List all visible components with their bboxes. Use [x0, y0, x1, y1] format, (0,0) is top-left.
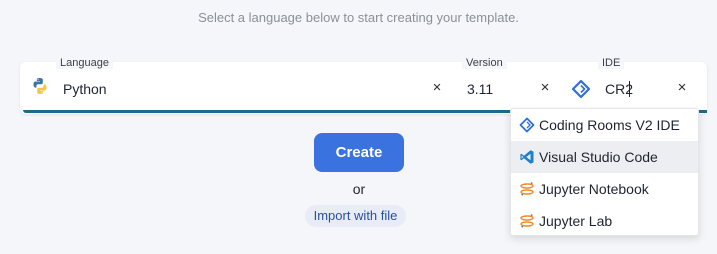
jupyter-icon — [520, 214, 534, 228]
dropdown-option-vscode[interactable]: Visual Studio Code — [511, 141, 698, 173]
or-separator: or — [352, 181, 366, 197]
create-button[interactable]: Create — [314, 133, 404, 172]
dropdown-option-label: Visual Studio Code — [539, 149, 658, 165]
template-creator: Select a language below to start creatin… — [0, 0, 717, 254]
coding-rooms-icon — [519, 117, 535, 133]
template-form-card — [20, 62, 707, 114]
version-clear-button[interactable]: × — [538, 80, 552, 96]
dropdown-option-coding-rooms[interactable]: Coding Rooms V2 IDE — [511, 109, 698, 141]
dropdown-option-jupyter-notebook[interactable]: Jupyter Notebook — [511, 173, 698, 205]
text-cursor — [629, 81, 630, 97]
version-input[interactable]: 3.11 — [467, 80, 493, 98]
jupyter-icon — [520, 182, 534, 196]
dropdown-option-label: Coding Rooms V2 IDE — [539, 117, 680, 133]
version-label: Version — [462, 57, 507, 69]
language-clear-button[interactable]: × — [430, 80, 444, 96]
python-icon — [33, 78, 47, 94]
language-label: Language — [56, 57, 113, 69]
language-input[interactable]: Python — [63, 80, 107, 98]
vscode-icon — [520, 150, 534, 164]
dropdown-option-label: Jupyter Lab — [539, 213, 613, 229]
ide-clear-button[interactable]: × — [675, 80, 689, 96]
page-subtitle: Select a language below to start creatin… — [198, 10, 519, 25]
coding-rooms-icon — [571, 79, 591, 99]
dropdown-option-label: Jupyter Notebook — [539, 181, 649, 197]
dropdown-option-jupyter-lab[interactable]: Jupyter Lab — [511, 205, 698, 237]
ide-dropdown: Coding Rooms V2 IDE Visual Studio Code J… — [510, 108, 699, 236]
ide-label: IDE — [598, 57, 625, 69]
import-with-file-link[interactable]: Import with file — [305, 205, 406, 227]
